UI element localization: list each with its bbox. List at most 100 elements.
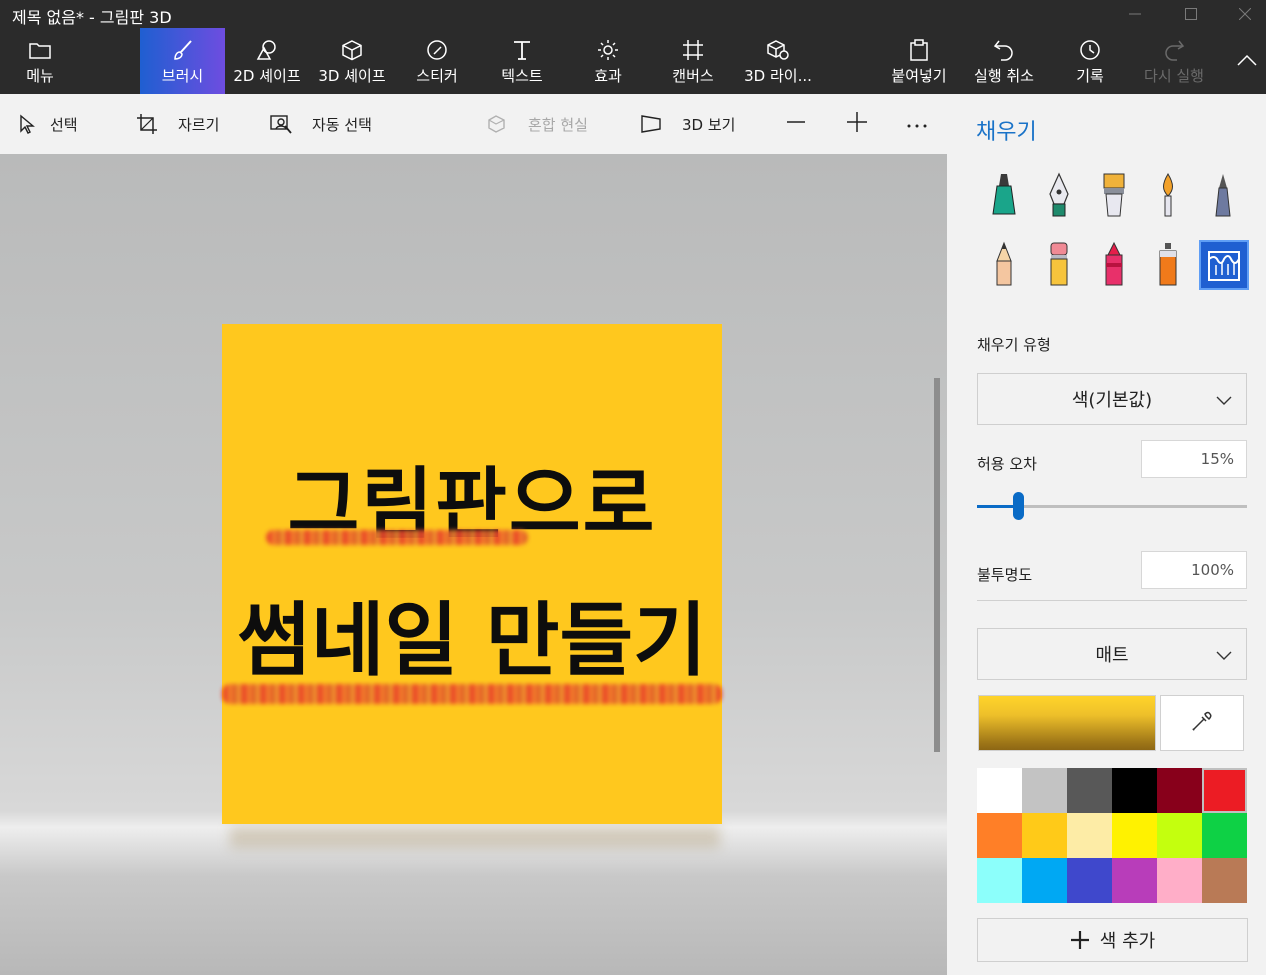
pixel-pen-icon[interactable]: [1198, 170, 1248, 220]
pencil-icon[interactable]: [979, 239, 1029, 289]
menu-button[interactable]: 메뉴: [8, 28, 72, 94]
3d-shapes-button[interactable]: 3D 셰이프: [312, 28, 392, 94]
eraser-icon[interactable]: [1034, 239, 1084, 289]
opacity-label: 불투명도: [977, 566, 1033, 584]
magic-select-button[interactable]: 자동 선택: [270, 94, 372, 154]
add-color-button[interactable]: 색 추가: [977, 918, 1248, 962]
effects-button[interactable]: 효과: [580, 28, 636, 94]
material-value: 매트: [1095, 645, 1129, 666]
text-icon: [512, 37, 532, 63]
opacity-value-field[interactable]: 100%: [1141, 551, 1247, 589]
redo-icon: [1163, 37, 1185, 63]
3d-library-button[interactable]: 3D 라이...: [742, 28, 814, 94]
oil-brush-icon[interactable]: [1089, 170, 1139, 220]
chevron-down-icon: [1216, 390, 1232, 411]
more-options-button[interactable]: [906, 94, 928, 154]
crop-button[interactable]: 자르기: [136, 94, 219, 154]
color-swatch[interactable]: [1112, 858, 1157, 903]
color-swatch[interactable]: [1022, 813, 1067, 858]
color-swatch[interactable]: [1112, 813, 1157, 858]
current-color-preview[interactable]: [978, 695, 1156, 751]
3d-shapes-label: 3D 셰이프: [318, 66, 386, 85]
fill-type-label: 채우기 유형: [977, 336, 1051, 354]
plus-icon: [1070, 930, 1090, 950]
collapse-ribbon-button[interactable]: [1230, 28, 1264, 94]
fill-type-value: 색(기본값): [1071, 390, 1153, 411]
3d-view-icon: [640, 114, 662, 134]
chevron-down-icon: [1216, 645, 1232, 666]
redo-button[interactable]: 다시 실행: [1138, 28, 1210, 94]
fill-bucket-icon[interactable]: [1199, 240, 1249, 290]
magic-select-label: 자동 선택: [312, 115, 372, 134]
eyedropper-button[interactable]: [1160, 695, 1244, 751]
color-swatch[interactable]: [1157, 858, 1202, 903]
watercolor-icon[interactable]: [1143, 170, 1193, 220]
marker-icon[interactable]: [979, 170, 1029, 220]
zoom-out-button[interactable]: [786, 94, 806, 154]
color-swatch[interactable]: [1022, 768, 1067, 813]
tolerance-label: 허용 오차: [977, 455, 1037, 473]
material-dropdown[interactable]: 매트: [977, 628, 1247, 680]
text-label: 텍스트: [501, 66, 543, 85]
plus-icon: [846, 111, 868, 137]
color-swatch[interactable]: [977, 813, 1022, 858]
more-icon: [906, 115, 928, 133]
brushes-button[interactable]: 브러시: [140, 28, 225, 94]
magic-select-icon: [270, 114, 292, 134]
minus-icon: [786, 112, 806, 136]
tolerance-slider-thumb[interactable]: [1013, 492, 1024, 520]
crop-icon: [136, 113, 158, 135]
sun-icon: [597, 37, 619, 63]
history-icon: [1079, 37, 1101, 63]
color-swatch[interactable]: [1022, 858, 1067, 903]
color-swatch[interactable]: [1112, 768, 1157, 813]
color-swatch[interactable]: [1067, 813, 1112, 858]
text-button[interactable]: 텍스트: [494, 28, 550, 94]
brushes-label: 브러시: [161, 66, 204, 85]
stickers-button[interactable]: 스티커: [408, 28, 466, 94]
drawing-canvas[interactable]: 그림판으로 썸네일 만들기: [222, 324, 722, 824]
view-3d-button[interactable]: 3D 보기: [640, 94, 735, 154]
sticker-icon: [426, 37, 448, 63]
color-swatch[interactable]: [1202, 858, 1247, 903]
spray-can-icon[interactable]: [1143, 239, 1193, 289]
color-swatch[interactable]: [1202, 768, 1247, 813]
crop-label: 자르기: [178, 115, 220, 134]
paste-label: 붙여넣기: [891, 66, 947, 85]
tolerance-value-field[interactable]: 15%: [1141, 440, 1247, 478]
panel-title: 채우기: [976, 120, 1037, 145]
eyedropper-icon: [1190, 709, 1214, 737]
zoom-in-button[interactable]: [846, 94, 868, 154]
canvas-button[interactable]: 캔버스: [664, 28, 722, 94]
color-swatch[interactable]: [1157, 768, 1202, 813]
workspace[interactable]: 그림판으로 썸네일 만들기: [0, 154, 947, 975]
crayon-icon[interactable]: [1089, 239, 1139, 289]
side-panel: 채우기 채우기 유형 색(기본값) 허용 오차 15% 불투명도 100% 매트…: [947, 94, 1266, 975]
color-swatch[interactable]: [1157, 813, 1202, 858]
2d-shapes-button[interactable]: 2D 셰이프: [228, 28, 306, 94]
vertical-scrollbar[interactable]: [934, 378, 940, 752]
paste-button[interactable]: 붙여넣기: [886, 28, 952, 94]
color-swatch[interactable]: [1067, 768, 1112, 813]
brush-stroke-2: [222, 684, 722, 704]
mixed-reality-button[interactable]: 혼합 현실: [486, 94, 588, 154]
undo-label: 실행 취소: [974, 66, 1034, 85]
maximize-icon[interactable]: [1168, 0, 1214, 28]
effects-label: 효과: [594, 66, 622, 85]
2d-shapes-icon: [255, 37, 279, 63]
stickers-label: 스티커: [416, 66, 458, 85]
color-swatch[interactable]: [977, 768, 1022, 813]
color-swatch[interactable]: [1067, 858, 1112, 903]
mixed-reality-label: 혼합 현실: [528, 115, 588, 134]
color-swatch[interactable]: [1202, 813, 1247, 858]
undo-button[interactable]: 실행 취소: [968, 28, 1040, 94]
color-swatch[interactable]: [977, 858, 1022, 903]
2d-shapes-label: 2D 셰이프: [233, 66, 301, 85]
minimize-icon[interactable]: [1112, 0, 1158, 28]
close-icon[interactable]: [1222, 0, 1266, 28]
select-button[interactable]: 선택: [18, 94, 78, 154]
calligraphy-pen-icon[interactable]: [1034, 170, 1084, 220]
canvas-icon: [682, 37, 704, 63]
history-button[interactable]: 기록: [1062, 28, 1118, 94]
fill-type-dropdown[interactable]: 색(기본값): [977, 373, 1247, 425]
